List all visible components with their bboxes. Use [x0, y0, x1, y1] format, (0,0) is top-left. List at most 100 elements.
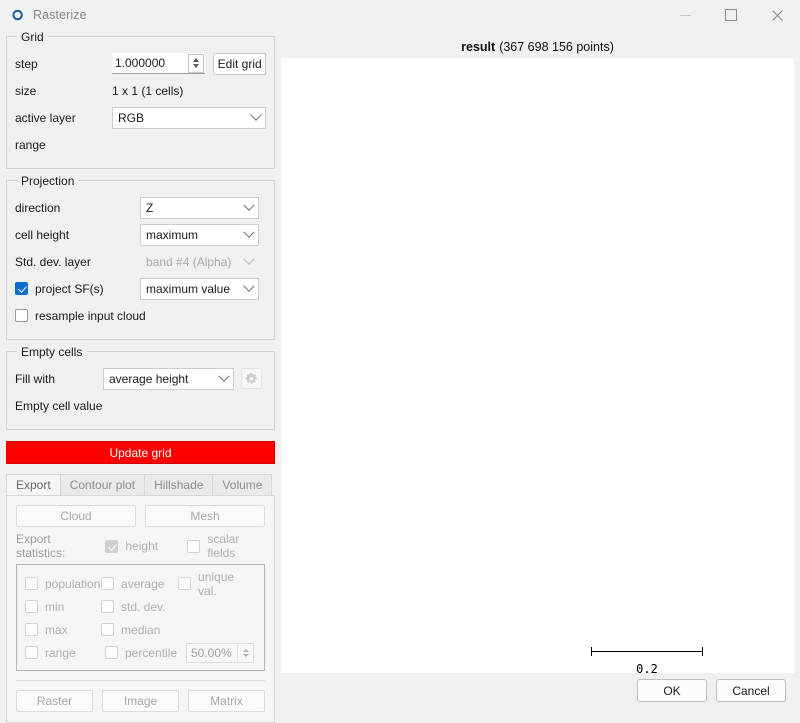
chevron-down-icon	[247, 114, 265, 122]
export-cloud-button[interactable]: Cloud	[16, 505, 136, 527]
ok-button[interactable]: OK	[637, 679, 707, 702]
grid-size-row: size 1 x 1 (1 cells)	[15, 78, 266, 103]
statistics-options-box: population average unique val. min	[16, 564, 265, 671]
projection-std-dev-row: Std. dev. layer band #4 (Alpha)	[15, 249, 266, 274]
projection-group: Projection direction Z cell height maxim…	[6, 180, 275, 340]
checkbox-unchecked-icon	[101, 600, 114, 613]
cancel-button[interactable]: Cancel	[716, 679, 786, 702]
export-statistics-row: Export statistics: height scalar fields	[16, 536, 265, 556]
active-layer-combobox[interactable]: RGB	[112, 107, 266, 129]
checkbox-unchecked-icon	[101, 623, 114, 636]
stat-max-checkbox: max	[25, 623, 101, 637]
checkbox-checked-icon	[15, 282, 28, 295]
export-height-label: height	[125, 539, 158, 553]
percentile-value: 50.00%	[187, 646, 237, 660]
project-sf-checkbox[interactable]: project SF(s)	[15, 282, 140, 296]
preview-title: result (367 698 156 points)	[281, 36, 794, 57]
export-height-checkbox: height	[105, 539, 187, 553]
checkbox-unchecked-icon	[178, 577, 191, 590]
grid-step-value: 1.000000	[112, 56, 188, 70]
stepper-down-icon[interactable]	[193, 64, 199, 68]
title-bar: Rasterize	[0, 0, 800, 30]
std-dev-layer-label: Std. dev. layer	[15, 255, 140, 269]
minimize-icon[interactable]	[662, 0, 708, 30]
preview-entity-name: result	[461, 40, 495, 54]
empty-cells-group-title: Empty cells	[17, 345, 86, 359]
fill-with-combobox[interactable]: average height	[103, 368, 234, 390]
update-grid-button[interactable]: Update grid	[6, 441, 275, 464]
maximize-icon[interactable]	[708, 0, 754, 30]
chevron-down-icon	[240, 231, 258, 239]
checkbox-unchecked-icon	[25, 623, 38, 636]
chevron-down-icon	[215, 375, 233, 383]
fill-with-label: Fill with	[15, 372, 103, 386]
chevron-down-icon	[240, 204, 258, 212]
export-raster-button[interactable]: Raster	[16, 690, 93, 712]
export-scalar-fields-checkbox: scalar fields	[187, 532, 265, 560]
direction-combobox[interactable]: Z	[140, 197, 259, 219]
grid-group: Grid step 1.000000 Edit grid size 1 x 1 …	[6, 36, 275, 169]
grid-range-row: range	[15, 132, 266, 157]
stepper-down-icon	[243, 654, 249, 657]
checkbox-unchecked-icon	[105, 646, 118, 659]
checkbox-unchecked-icon	[25, 577, 38, 590]
edit-grid-button[interactable]: Edit grid	[213, 53, 266, 75]
stat-population-label: population	[45, 577, 100, 591]
projection-project-sf-row: project SF(s) maximum value	[15, 276, 266, 301]
stepper-up-icon[interactable]	[193, 58, 199, 62]
export-statistics-label: Export statistics:	[16, 532, 97, 560]
tab-volume[interactable]: Volume	[212, 474, 272, 495]
gear-icon[interactable]	[241, 368, 262, 389]
projection-group-title: Projection	[17, 174, 78, 188]
grid-step-input[interactable]: 1.000000	[112, 53, 205, 74]
stats-row: min std. dev.	[25, 595, 256, 618]
settings-panel: Grid step 1.000000 Edit grid size 1 x 1 …	[6, 36, 275, 723]
stat-range-checkbox: range	[25, 646, 105, 660]
cell-height-label: cell height	[15, 228, 140, 242]
scale-bar-line	[591, 647, 703, 656]
export-tab-panel: Cloud Mesh Export statistics: height sca…	[6, 495, 275, 723]
stat-std-dev-label: std. dev.	[121, 600, 165, 614]
project-sf-combobox[interactable]: maximum value	[140, 278, 259, 300]
empty-cell-value-row: Empty cell value	[15, 393, 266, 418]
cell-height-combobox[interactable]: maximum	[140, 224, 259, 246]
stepper-up-icon	[243, 649, 249, 652]
checkbox-unchecked-icon	[25, 646, 38, 659]
checkbox-unchecked-icon	[187, 540, 200, 553]
export-image-button[interactable]: Image	[102, 690, 179, 712]
stat-average-checkbox: average	[101, 577, 178, 591]
grid-active-layer-label: active layer	[15, 111, 112, 125]
export-target-buttons: Cloud Mesh	[16, 505, 265, 527]
grid-step-stepper[interactable]	[188, 54, 204, 73]
direction-value: Z	[146, 201, 240, 215]
stats-row: population average unique val.	[25, 572, 256, 595]
export-mesh-button[interactable]: Mesh	[145, 505, 265, 527]
stat-average-label: average	[121, 577, 164, 591]
project-sf-value: maximum value	[146, 282, 240, 296]
stat-max-label: max	[45, 623, 68, 637]
cloudcompare-logo-icon	[8, 7, 24, 23]
projection-cell-height-row: cell height maximum	[15, 222, 266, 247]
stat-min-checkbox: min	[25, 600, 101, 614]
preview-canvas[interactable]: 0.2	[281, 58, 794, 673]
stat-unique-val-checkbox: unique val.	[178, 570, 256, 598]
stats-row: range percentile 50.00%	[25, 641, 256, 664]
tab-contour-plot[interactable]: Contour plot	[60, 474, 145, 495]
export-matrix-button[interactable]: Matrix	[188, 690, 265, 712]
std-dev-layer-value: band #4 (Alpha)	[146, 255, 240, 269]
stat-median-checkbox: median	[101, 623, 178, 637]
resample-input-cloud-checkbox[interactable]: resample input cloud	[15, 309, 146, 323]
percentile-input: 50.00%	[186, 643, 254, 663]
chevron-down-icon	[240, 258, 258, 266]
window-controls	[662, 0, 800, 30]
checkbox-checked-icon	[105, 540, 118, 553]
std-dev-layer-combobox: band #4 (Alpha)	[140, 251, 259, 273]
tab-hillshade[interactable]: Hillshade	[144, 474, 213, 495]
stat-percentile-label: percentile	[125, 646, 177, 660]
cell-height-value: maximum	[146, 228, 240, 242]
checkbox-unchecked-icon	[15, 309, 28, 322]
tab-export[interactable]: Export	[6, 474, 61, 495]
tab-bar: Export Contour plot Hillshade Volume	[6, 474, 275, 495]
active-layer-value: RGB	[118, 111, 247, 125]
close-icon[interactable]	[754, 0, 800, 30]
